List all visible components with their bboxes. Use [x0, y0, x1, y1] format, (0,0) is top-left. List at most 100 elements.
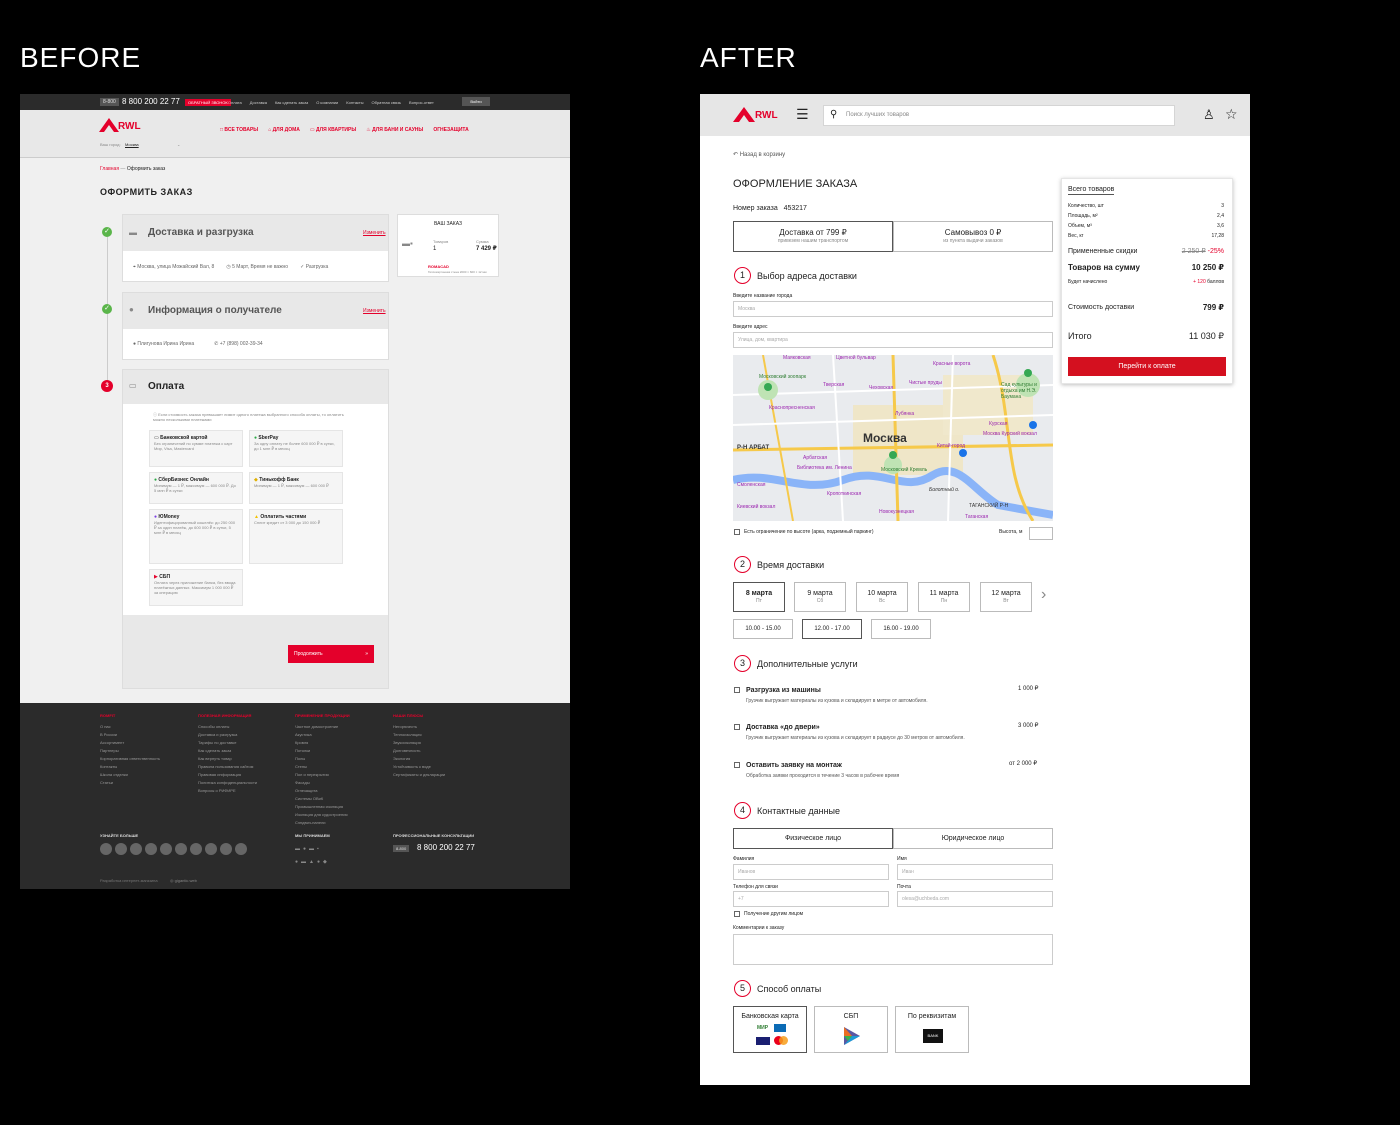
continue-button[interactable]: Продолжить»	[288, 645, 374, 663]
check-icon: ✓	[102, 227, 112, 237]
logo-icon[interactable]	[733, 107, 755, 122]
map-label: Библиотека им. Ленина	[797, 465, 852, 471]
time-slot[interactable]: 16.00 - 19.00	[871, 619, 931, 639]
footer-link[interactable]: Частное домостроение Акустика Кровля Потолк…	[295, 723, 390, 827]
height-input[interactable]	[1029, 527, 1053, 540]
date-option[interactable]: 12 марта Вт	[980, 582, 1032, 612]
email-input[interactable]: olesa@uchbeda.com	[897, 891, 1053, 907]
pay-title: МЫ ПРИНИМАЕМ	[295, 833, 330, 838]
service-checkbox[interactable]	[734, 724, 740, 730]
tab-pickup[interactable]: Самовывоз 0 ₽ из пункта выдачи заказов	[893, 221, 1053, 252]
user-icon[interactable]: ♙	[1203, 107, 1215, 123]
map-label: Чеховская	[869, 385, 894, 391]
login-button[interactable]: Войти	[462, 97, 490, 106]
menu-icon[interactable]: ☰	[796, 107, 809, 121]
surname-input[interactable]: Иванов	[733, 864, 889, 880]
logo-icon[interactable]	[99, 118, 119, 132]
nav-item-bath[interactable]: ♨ ДЛЯ БАНИ И САУНЫ	[366, 127, 423, 133]
date-option[interactable]: 8 марта Пт	[733, 582, 785, 612]
payment-sberbusiness[interactable]: ● СберБизнес Онлайн Минимум — 1 ₽, максим…	[149, 472, 243, 504]
field-label: Почта	[897, 884, 911, 890]
map[interactable]: Москва Маяковская Цветной бульвар Красны…	[733, 355, 1053, 521]
pinterest-icon[interactable]	[190, 843, 202, 855]
top-link[interactable]: О компании	[316, 100, 338, 105]
plus-icon[interactable]	[175, 843, 187, 855]
comment-textarea[interactable]	[733, 934, 1053, 965]
chat-icon[interactable]	[235, 843, 247, 855]
dzen-icon[interactable]	[145, 843, 157, 855]
other-person-checkbox[interactable]	[734, 911, 740, 917]
top-link[interactable]: Контакты	[346, 100, 363, 105]
date-option[interactable]: 11 марта Пн	[918, 582, 970, 612]
payment-sberpay[interactable]: ● SberPay За одну оплату не более 600 000…	[249, 430, 343, 467]
search-icon: ⚲	[830, 109, 838, 120]
pin-icon: ⌖ Москва, улица Можайский Вал, 8	[133, 264, 215, 270]
pay-card-option[interactable]: Банковская карта МИР	[733, 1006, 807, 1053]
pay-sbp-option[interactable]: СБП	[814, 1006, 888, 1053]
vk-icon[interactable]	[130, 843, 142, 855]
name-input[interactable]: Иван	[897, 864, 1053, 880]
logo-text: RWL	[118, 121, 141, 132]
search-input[interactable]: ⚲ Поиск лучших товаров	[823, 105, 1175, 126]
top-phone[interactable]: 8 800 200 22 77	[122, 97, 180, 107]
top-link[interactable]: Как сделать заказ	[275, 100, 308, 105]
mail-icon[interactable]	[220, 843, 232, 855]
footer-phone[interactable]: 8 800 200 22 77	[417, 843, 475, 853]
map-label: Цветной бульвар	[836, 355, 876, 361]
time-slot[interactable]: 10.00 - 15.00	[733, 619, 793, 639]
edit-link[interactable]: Изменить	[363, 230, 386, 236]
summary-row-value: 2,4	[1217, 213, 1224, 219]
service-checkbox[interactable]	[734, 687, 740, 693]
top-link[interactable]: Вопрос-ответ	[409, 100, 434, 105]
tab-company[interactable]: Юридическое лицо	[893, 828, 1053, 849]
footer-link[interactable]: Негорючесть Теплоизоляция Звукоизоляция Дол…	[393, 723, 488, 779]
city-input[interactable]: Москва	[733, 301, 1053, 317]
payment-sbp[interactable]: ▶ СБП Оплата через приложение банка, без …	[149, 569, 243, 606]
payment-yoomoney[interactable]: ● ЮMoney Идентифицированный кошелёк: до 2…	[149, 509, 243, 564]
youtube-icon[interactable]	[115, 843, 127, 855]
map-label: Москва Курский вокзал	[983, 431, 1037, 437]
logo-text: RWL	[755, 110, 778, 121]
pay-button[interactable]: Перейти к оплате	[1068, 357, 1226, 376]
telegram-icon[interactable]	[100, 843, 112, 855]
back-link[interactable]: ↶ Назад в корзину	[733, 152, 785, 159]
edit-link[interactable]: Изменить	[363, 308, 386, 314]
order-summary: Всего товаров Количество, шт 3 Площадь, …	[1061, 178, 1233, 384]
phone-input[interactable]: +7	[733, 891, 889, 907]
dev-credit: Разработка интернет-магазина	[100, 878, 158, 883]
callback-button[interactable]: ОБРАТНЫЙ ЗВОНОК	[185, 99, 231, 106]
height-limit-checkbox[interactable]	[734, 529, 740, 535]
tab-delivery[interactable]: Доставка от 799 ₽ привезем нашим транспор…	[733, 221, 893, 252]
star-icon[interactable]: ☆	[1225, 106, 1238, 123]
section-title: Время доставки	[757, 560, 825, 570]
time-slot[interactable]: 12.00 - 17.00	[802, 619, 862, 639]
address-input[interactable]: Улица, дом, квартира	[733, 332, 1053, 348]
studio-credit[interactable]: ◎ gigantic.web	[170, 878, 197, 883]
footer-link[interactable]: О нас В России Ассортимент Партнеры Корпорат…	[100, 723, 195, 787]
breadcrumb: Главная — Оформить заказ	[100, 166, 166, 172]
top-link[interactable]: Обратная связь	[372, 100, 401, 105]
nav-item-flat[interactable]: ▭ ДЛЯ КВАРТИРЫ	[310, 127, 356, 133]
payment-split[interactable]: ▲ Оплатить частями Сплит кредит от 3 000 …	[249, 509, 343, 564]
payment-tinkoff[interactable]: ◆ Тинькофф Банк Минимум — 1 ₽, максимум —…	[249, 472, 343, 504]
service-name: Разгрузка из машины	[746, 687, 821, 694]
nav-item-home[interactable]: ⌂ ДЛЯ ДОМА	[268, 127, 300, 133]
chevron-right-icon[interactable]: ›	[1041, 586, 1046, 604]
top-link[interactable]: Доставка	[250, 100, 267, 105]
pay-invoice-option[interactable]: По реквизитам BANK	[895, 1006, 969, 1053]
nav-item-fire[interactable]: ОГНЕЗАЩИТА	[433, 127, 468, 133]
step-summary: ⌖ Москва, улица Можайский Вал, 8 ◷ 5 Мар…	[133, 264, 328, 270]
nav-item-all[interactable]: □ ВСЕ ТОВАРЫ	[220, 127, 258, 133]
tab-individual[interactable]: Физическое лицо	[733, 828, 893, 849]
service-checkbox[interactable]	[734, 762, 740, 768]
checkbox-label: Есть ограничение по высоте (арка, подзем…	[744, 529, 874, 535]
ok-icon[interactable]	[160, 843, 172, 855]
city-select[interactable]: Москва	[125, 142, 139, 147]
date-option[interactable]: 10 марта Вс	[856, 582, 908, 612]
date-option[interactable]: 9 марта Сб	[794, 582, 846, 612]
footer-link[interactable]: Способы оплаты Доставка и разгрузка Тарифы…	[198, 723, 293, 795]
rutube-icon[interactable]	[205, 843, 217, 855]
payment-card[interactable]: ▭ Банковской картой Без ограничений по су…	[149, 430, 243, 467]
breadcrumb-home[interactable]: Главная	[100, 166, 119, 172]
top-link[interactable]: Оплата	[228, 100, 242, 105]
